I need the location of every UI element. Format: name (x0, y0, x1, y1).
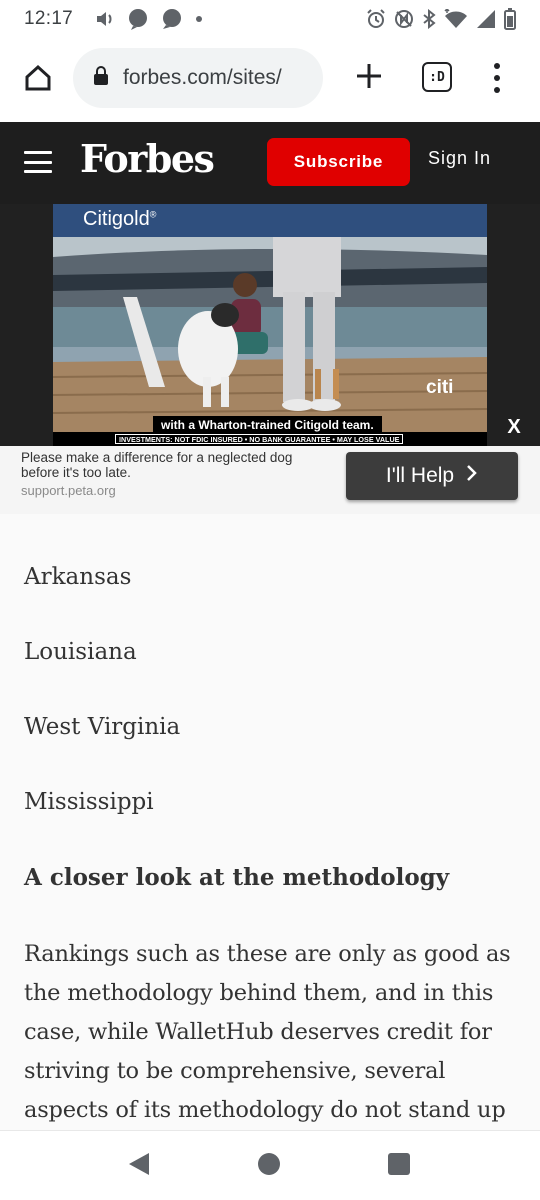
new-tab-button[interactable] (349, 58, 389, 98)
dot-icon (195, 15, 203, 23)
ad-cta-button[interactable]: I'll Help (346, 452, 518, 500)
subscribe-button[interactable]: Subscribe (267, 138, 410, 186)
ad-caption: with a Wharton-trained Citigold team. (153, 416, 382, 434)
ad-brand-band: Citigold® (53, 204, 487, 237)
video-ad: Citigold® citi with a Wharton-trained Ci… (0, 204, 540, 446)
article-paragraph: Rankings such as these are only as good … (24, 941, 511, 1123)
wifi-icon (444, 9, 468, 29)
ad-cta-label: I'll Help (385, 464, 455, 487)
recents-icon[interactable] (388, 1153, 410, 1175)
signal-icon (476, 9, 496, 29)
list-item: Mississippi (24, 789, 154, 815)
status-bar: 12:17 (0, 0, 540, 38)
home-button[interactable] (18, 60, 58, 100)
ad-disclaimer: INVESTMENTS: NOT FDIC INSURED • NO BANK … (115, 434, 404, 444)
ad-brand-text: Citigold® (83, 208, 157, 230)
status-time: 12:17 (24, 8, 74, 29)
forbes-header: Forbes Subscribe Sign In (0, 122, 540, 204)
alarm-icon (366, 9, 386, 29)
back-icon[interactable] (128, 1152, 150, 1181)
list-item: Louisiana (24, 639, 137, 665)
sign-in-link[interactable]: Sign In (428, 148, 491, 169)
url-bar[interactable]: forbes.com/sites/ (73, 48, 323, 108)
citi-logo: citi (426, 377, 454, 398)
menu-dot (494, 63, 500, 69)
status-left-icons (95, 8, 203, 30)
battery-icon (504, 8, 516, 30)
status-right-icons (366, 8, 516, 30)
ad-video-frame: citi (53, 237, 487, 432)
browser-menu-button[interactable] (484, 58, 510, 98)
chevron-right-icon (466, 464, 478, 488)
plus-icon (356, 63, 382, 94)
messenger-icon (127, 8, 149, 30)
forbes-logo[interactable]: Forbes (80, 136, 215, 181)
nfc-icon (394, 9, 414, 29)
bluetooth-icon (422, 9, 436, 29)
menu-dot (494, 75, 500, 81)
ad-promo-url[interactable]: support.peta.org (21, 483, 116, 498)
ad-promo-strip: Please make a difference for a neglected… (0, 446, 540, 514)
list-item: West Virginia (24, 714, 181, 740)
article-body: Arkansas Louisiana West Virginia Mississ… (0, 514, 540, 1130)
lock-icon (93, 65, 109, 91)
volume-icon (95, 10, 115, 28)
list-item: Arkansas (24, 564, 132, 590)
tab-switcher-button[interactable]: :D (422, 62, 452, 92)
url-text: forbes.com/sites/ (123, 66, 282, 89)
ad-video-player[interactable]: Citigold® citi with a Wharton-trained Ci… (53, 204, 487, 446)
hamburger-menu-icon[interactable] (24, 151, 52, 173)
home-nav-icon[interactable] (258, 1153, 280, 1175)
ad-promo-text[interactable]: Please make a difference for a neglected… (21, 450, 321, 480)
home-icon (23, 63, 53, 98)
system-nav-bar (0, 1130, 540, 1200)
chat-icon (161, 8, 183, 30)
ad-close-button[interactable]: X (502, 416, 526, 439)
menu-dot (494, 87, 500, 93)
browser-toolbar: forbes.com/sites/ :D (0, 38, 540, 122)
section-heading: A closer look at the methodology (24, 864, 450, 891)
